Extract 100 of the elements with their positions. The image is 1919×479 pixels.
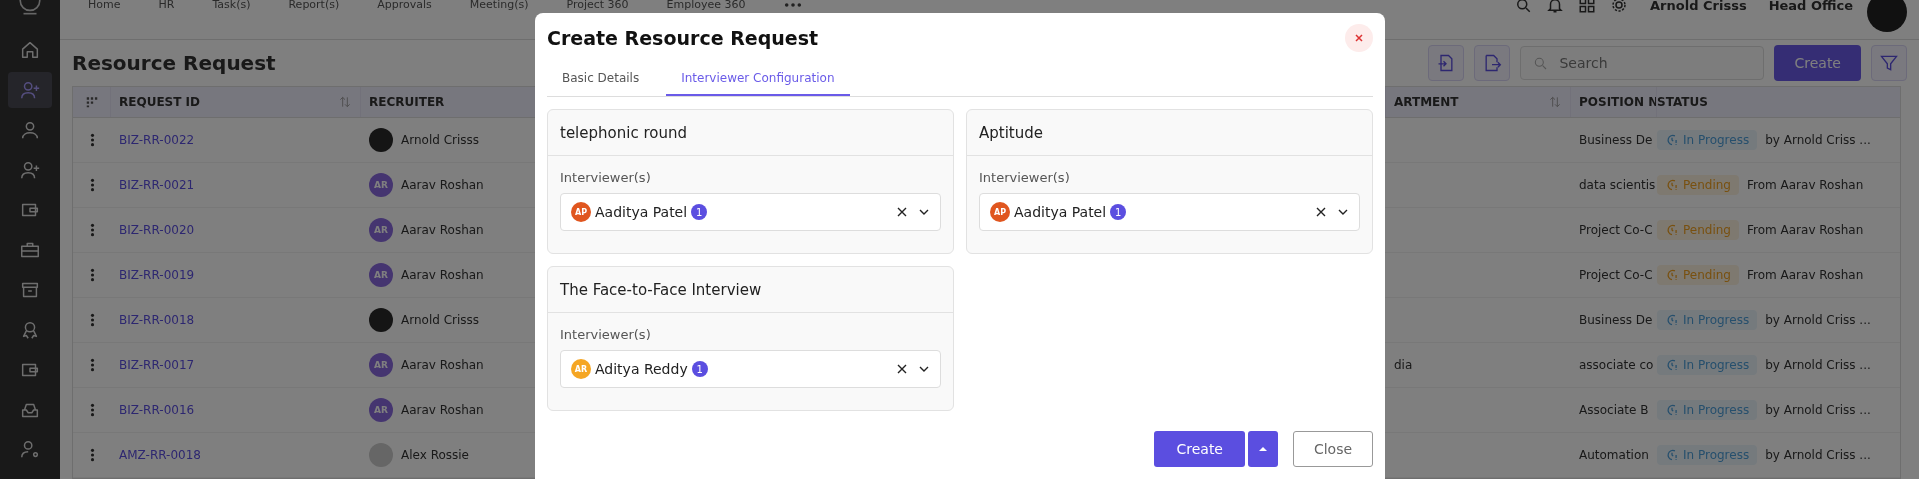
round-title: The Face-to-Face Interview <box>560 280 762 299</box>
initials-avatar: AR <box>369 173 393 197</box>
recruiter-name: Aarav Roshan <box>401 178 484 192</box>
recruiter-name: Aarav Roshan <box>401 358 484 372</box>
recruiter-name: Arnold Crisss <box>401 133 480 147</box>
close-icon <box>1353 32 1365 44</box>
create-button[interactable]: Create <box>1774 44 1861 81</box>
clock-alert-icon <box>1665 223 1679 237</box>
nav-link[interactable]: Report(s) <box>288 0 340 11</box>
initials-avatar: AR <box>369 398 393 422</box>
field-label: Interviewer(s) <box>979 170 1071 185</box>
kebab-menu-icon[interactable] <box>89 358 95 372</box>
home-icon <box>19 39 41 61</box>
initials-avatar: AP <box>571 202 591 222</box>
status-badge: In Progress <box>1657 310 1758 330</box>
avatar[interactable] <box>1867 0 1907 32</box>
recruiter-name: Aarav Roshan <box>401 268 484 282</box>
status-badge: In Progress <box>1657 445 1758 465</box>
page-title: Resource Request <box>72 50 276 75</box>
recruiter-name: Aarav Roshan <box>401 223 484 237</box>
initials-avatar: AR <box>369 218 393 242</box>
column-header: RECRUITER <box>369 95 445 109</box>
nav-link[interactable]: Approvals <box>377 0 432 11</box>
settings-icon[interactable] <box>1610 0 1629 14</box>
export-button[interactable] <box>1474 44 1511 81</box>
office-name: Head Office <box>1768 0 1853 13</box>
search-icon[interactable] <box>1514 0 1533 14</box>
kebab-menu-icon[interactable] <box>89 133 95 147</box>
kebab-menu-icon[interactable] <box>89 178 95 192</box>
table-cell: associate co <box>1579 358 1654 372</box>
nav-link[interactable]: Home <box>88 0 121 11</box>
clock-alert-icon <box>1665 403 1679 417</box>
request-id-link[interactable]: AMZ-RR-0018 <box>119 448 201 462</box>
columns-icon[interactable] <box>84 95 99 109</box>
table-cell: Business De <box>1579 313 1653 327</box>
recruiter-name: Alex Rossie <box>401 448 469 462</box>
bell-icon[interactable] <box>1546 0 1565 14</box>
filter-button[interactable] <box>1871 44 1907 81</box>
table-cell: dia <box>1394 358 1413 372</box>
column-header: STATUS <box>1657 95 1708 109</box>
clear-icon[interactable] <box>1315 206 1327 218</box>
request-id-link[interactable]: BIZ-RR-0021 <box>119 178 195 192</box>
request-id-link[interactable]: BIZ-RR-0017 <box>119 358 195 372</box>
interviewer-name: Aaditya Patel <box>595 204 688 220</box>
tab[interactable]: Basic Details <box>547 63 655 96</box>
status-note: by Arnold Criss ... <box>1765 403 1871 417</box>
interviewer-name: Aaditya Patel <box>1014 204 1107 220</box>
status-note: by Arnold Criss ... <box>1765 448 1871 462</box>
kebab-menu-icon[interactable] <box>89 313 95 327</box>
user-plus-icon <box>19 79 41 101</box>
clock-alert-icon <box>1665 313 1679 327</box>
kebab-menu-icon[interactable] <box>89 448 95 462</box>
more-icon[interactable] <box>783 2 802 8</box>
status-badge: In Progress <box>1657 355 1758 375</box>
round-title: telephonic round <box>560 123 687 142</box>
column-header: REQUEST ID <box>119 95 200 109</box>
apps-icon[interactable] <box>1578 0 1597 14</box>
create-button[interactable]: Create <box>1154 431 1245 467</box>
status-badge: Pending <box>1657 175 1739 195</box>
status-note: From Aarav Roshan <box>1747 223 1864 237</box>
status-note: by Arnold Criss ... <box>1765 133 1871 147</box>
status-badge: In Progress <box>1657 130 1758 150</box>
kebab-menu-icon[interactable] <box>89 403 95 417</box>
nav-link[interactable]: HR <box>158 0 175 11</box>
field-label: Interviewer(s) <box>560 170 652 185</box>
close-button[interactable] <box>1345 24 1373 52</box>
table-cell: Business De <box>1579 133 1653 147</box>
request-id-link[interactable]: BIZ-RR-0016 <box>119 403 195 417</box>
interviewer-select[interactable]: AR Aditya Reddy 1 <box>560 350 941 388</box>
field-label: Interviewer(s) <box>560 327 652 342</box>
request-id-link[interactable]: BIZ-RR-0018 <box>119 313 195 327</box>
interviewer-select[interactable]: AP Aaditya Patel 1 <box>560 193 941 231</box>
search-field[interactable]: Search <box>1520 45 1765 80</box>
count-badge: 1 <box>691 361 708 377</box>
nav-link[interactable]: Employee 360 <box>666 0 746 11</box>
request-id-link[interactable]: BIZ-RR-0022 <box>119 133 195 147</box>
more-options-button[interactable] <box>1248 431 1278 467</box>
import-button[interactable] <box>1428 44 1465 81</box>
nav-link[interactable]: Task(s) <box>212 0 251 11</box>
clock-alert-icon <box>1665 358 1679 372</box>
tab[interactable]: Interviewer Configuration <box>666 63 850 96</box>
round-title: Aptitude <box>979 123 1043 142</box>
initials-avatar: AR <box>369 263 393 287</box>
modal-title: Create Resource Request <box>547 27 819 49</box>
nav-link[interactable]: Project 360 <box>566 0 629 11</box>
user-name: Arnold Crisss <box>1650 0 1747 13</box>
interviewer-select[interactable]: AP Aaditya Patel 1 <box>979 193 1360 231</box>
nav-link[interactable]: Meeting(s) <box>469 0 529 11</box>
request-id-link[interactable]: BIZ-RR-0019 <box>119 268 195 282</box>
kebab-menu-icon[interactable] <box>89 268 95 282</box>
clear-icon[interactable] <box>896 363 908 375</box>
table-cell: data scientis <box>1579 178 1656 192</box>
table-cell: Automation <box>1579 448 1649 462</box>
initials-avatar: AP <box>990 202 1010 222</box>
status-note: by Arnold Criss ... <box>1765 358 1871 372</box>
close-button[interactable]: Close <box>1293 431 1373 467</box>
request-id-link[interactable]: BIZ-RR-0020 <box>119 223 195 237</box>
clear-icon[interactable] <box>896 206 908 218</box>
kebab-menu-icon[interactable] <box>89 223 95 237</box>
status-badge: In Progress <box>1657 400 1758 420</box>
